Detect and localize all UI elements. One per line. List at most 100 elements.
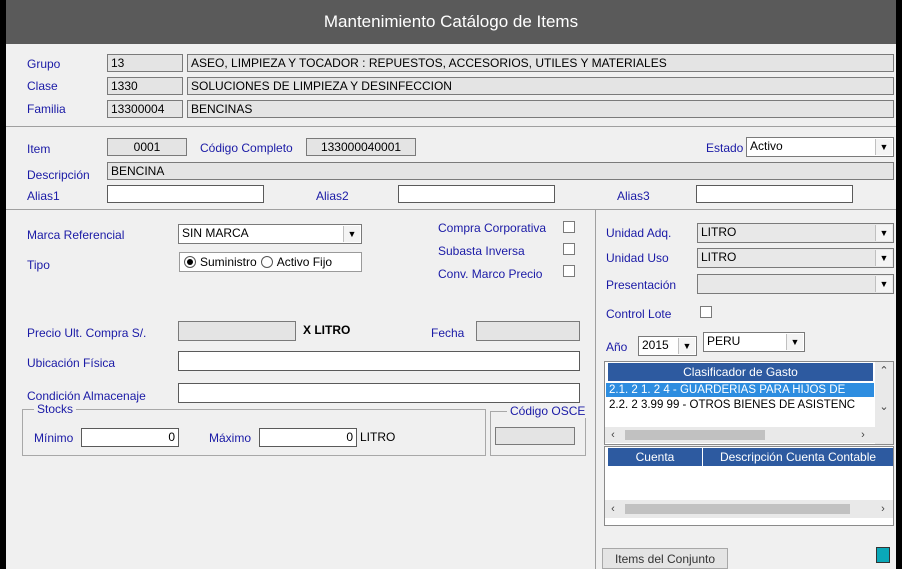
condicion-field[interactable] [178, 383, 580, 403]
stock-unit: LITRO [360, 430, 396, 444]
alias2-field[interactable] [398, 185, 555, 203]
unidad-adq-select[interactable]: LITRO ▼ [697, 223, 894, 243]
grupo-label: Grupo [27, 57, 61, 71]
precio-field[interactable] [178, 321, 296, 341]
alias3-label: Alias3 [617, 189, 650, 203]
osce-field[interactable] [495, 427, 575, 445]
condicion-label: Condición Almacenaje [27, 389, 146, 403]
tipo-radio-group: Suministro Activo Fijo [179, 252, 362, 272]
unidad-uso-label: Unidad Uso [606, 251, 669, 265]
tipo-suministro-radio[interactable] [184, 256, 196, 268]
chevron-down-icon[interactable]: ▼ [875, 250, 892, 266]
compra-corporativa-label: Compra Corporativa [438, 221, 547, 235]
familia-desc-field[interactable]: BENCINAS [187, 100, 894, 118]
cuenta-hscrollbar[interactable]: ‹ › [605, 500, 893, 518]
ubicacion-field[interactable] [178, 351, 580, 371]
chevron-left-icon[interactable]: ‹ [605, 427, 621, 443]
chevron-left-icon[interactable]: ‹ [605, 500, 621, 518]
control-lote-label: Control Lote [606, 307, 672, 321]
unidad-uso-value: LITRO [701, 250, 737, 264]
chevron-down-icon[interactable]: ▼ [875, 139, 892, 155]
chevron-down-icon[interactable]: ▼ [786, 334, 803, 350]
chevron-down-icon[interactable]: ▼ [875, 276, 892, 292]
unidad-adq-label: Unidad Adq. [606, 226, 672, 240]
fecha-field[interactable] [476, 321, 580, 341]
descripcion-label: Descripción [27, 168, 90, 182]
pais-value: PERU [707, 334, 741, 348]
clasificador-row[interactable]: 2.2. 2 3.99 99 - OTROS BIENES DE ASISTEN… [606, 398, 874, 412]
tipo-activo-fijo-radio[interactable] [260, 256, 273, 268]
precio-label: Precio Ult. Compra S/. [27, 326, 147, 340]
scroll-thumb[interactable] [625, 430, 765, 440]
codigo-completo-label: Código Completo [200, 141, 293, 155]
clasificador-hscrollbar[interactable]: ‹ › [605, 427, 875, 443]
clase-label: Clase [27, 79, 58, 93]
tipo-activo-fijo-label: Activo Fijo [276, 255, 333, 269]
clasificador-row[interactable]: 2.1. 2 1. 2 4 - GUARDERIAS PARA HIJOS DE [606, 383, 874, 397]
estado-value: Activo [750, 139, 783, 153]
estado-label: Estado [706, 141, 744, 155]
items-conjunto-button[interactable]: Items del Conjunto [602, 548, 728, 569]
alias3-field[interactable] [696, 185, 853, 203]
grupo-code-field[interactable]: 13 [107, 54, 183, 72]
alias1-field[interactable] [107, 185, 264, 203]
chevron-right-icon[interactable]: › [855, 427, 871, 443]
ubicacion-label: Ubicación Física [27, 356, 116, 370]
tipo-label: Tipo [27, 258, 50, 272]
precio-unit: X LITRO [303, 323, 351, 337]
separator [6, 209, 896, 210]
clase-code-field[interactable]: 1330 [107, 77, 183, 95]
marca-label: Marca Referencial [27, 228, 125, 242]
clase-desc-field[interactable]: SOLUCIONES DE LIMPIEZA Y DESINFECCION [187, 77, 894, 95]
minimo-label: Mínimo [34, 431, 74, 445]
alias1-label: Alias1 [27, 189, 60, 203]
presentacion-label: Presentación [606, 278, 677, 292]
maximo-field[interactable]: 0 [259, 428, 357, 447]
conv-marco-checkbox[interactable] [563, 265, 575, 277]
chevron-up-icon[interactable]: ⌃ [875, 362, 893, 378]
pais-select[interactable]: PERU ▼ [703, 332, 805, 352]
osce-legend: Código OSCE [507, 404, 589, 418]
stocks-legend: Stocks [34, 402, 77, 416]
presentacion-select[interactable]: ▼ [697, 274, 894, 294]
alias2-label: Alias2 [316, 189, 349, 203]
exit-door-icon[interactable] [876, 547, 890, 563]
anio-value: 2015 [642, 338, 669, 352]
item-label: Item [27, 142, 51, 156]
grupo-desc-field[interactable]: ASEO, LIMPIEZA Y TOCADOR : REPUESTOS, AC… [187, 54, 894, 72]
separator [6, 126, 896, 127]
unidad-adq-value: LITRO [701, 225, 737, 239]
vertical-divider [595, 209, 596, 569]
subasta-inversa-checkbox[interactable] [563, 243, 575, 255]
fecha-label: Fecha [431, 326, 465, 340]
marca-select[interactable]: SIN MARCA ▼ [178, 224, 362, 244]
maximo-label: Máximo [209, 431, 252, 445]
scroll-thumb[interactable] [625, 504, 850, 514]
familia-label: Familia [27, 102, 66, 116]
minimo-field[interactable]: 0 [81, 428, 179, 447]
window-title: Mantenimiento Catálogo de Items [6, 0, 896, 44]
compra-corporativa-checkbox[interactable] [563, 221, 575, 233]
chevron-down-icon[interactable]: ▼ [678, 338, 695, 354]
descripcion-field[interactable]: BENCINA [107, 162, 894, 180]
clasificador-vscrollbar[interactable]: ⌃ ⌄ [875, 362, 893, 444]
estado-select[interactable]: Activo ▼ [746, 137, 894, 157]
familia-code-field[interactable]: 13300004 [107, 100, 183, 118]
unidad-uso-select[interactable]: LITRO ▼ [697, 248, 894, 268]
chevron-down-icon[interactable]: ▼ [875, 225, 892, 241]
anio-label: Año [606, 340, 628, 354]
conv-marco-label: Conv. Marco Precio [438, 267, 543, 281]
cuenta-header: Cuenta [608, 448, 702, 466]
item-field[interactable]: 0001 [107, 138, 187, 156]
tipo-suministro-label: Suministro [200, 255, 257, 269]
subasta-inversa-label: Subasta Inversa [438, 244, 525, 258]
clasificador-header: Clasificador de Gasto [608, 363, 873, 381]
descripcion-cuenta-header: Descripción Cuenta Contable [703, 448, 893, 466]
marca-value: SIN MARCA [182, 226, 249, 240]
control-lote-checkbox[interactable] [700, 306, 712, 318]
chevron-right-icon[interactable]: › [875, 500, 891, 518]
anio-select[interactable]: 2015 ▼ [638, 336, 697, 356]
codigo-completo-field[interactable]: 133000040001 [306, 138, 416, 156]
chevron-down-icon[interactable]: ▼ [343, 226, 360, 242]
chevron-down-icon[interactable]: ⌄ [875, 398, 893, 414]
